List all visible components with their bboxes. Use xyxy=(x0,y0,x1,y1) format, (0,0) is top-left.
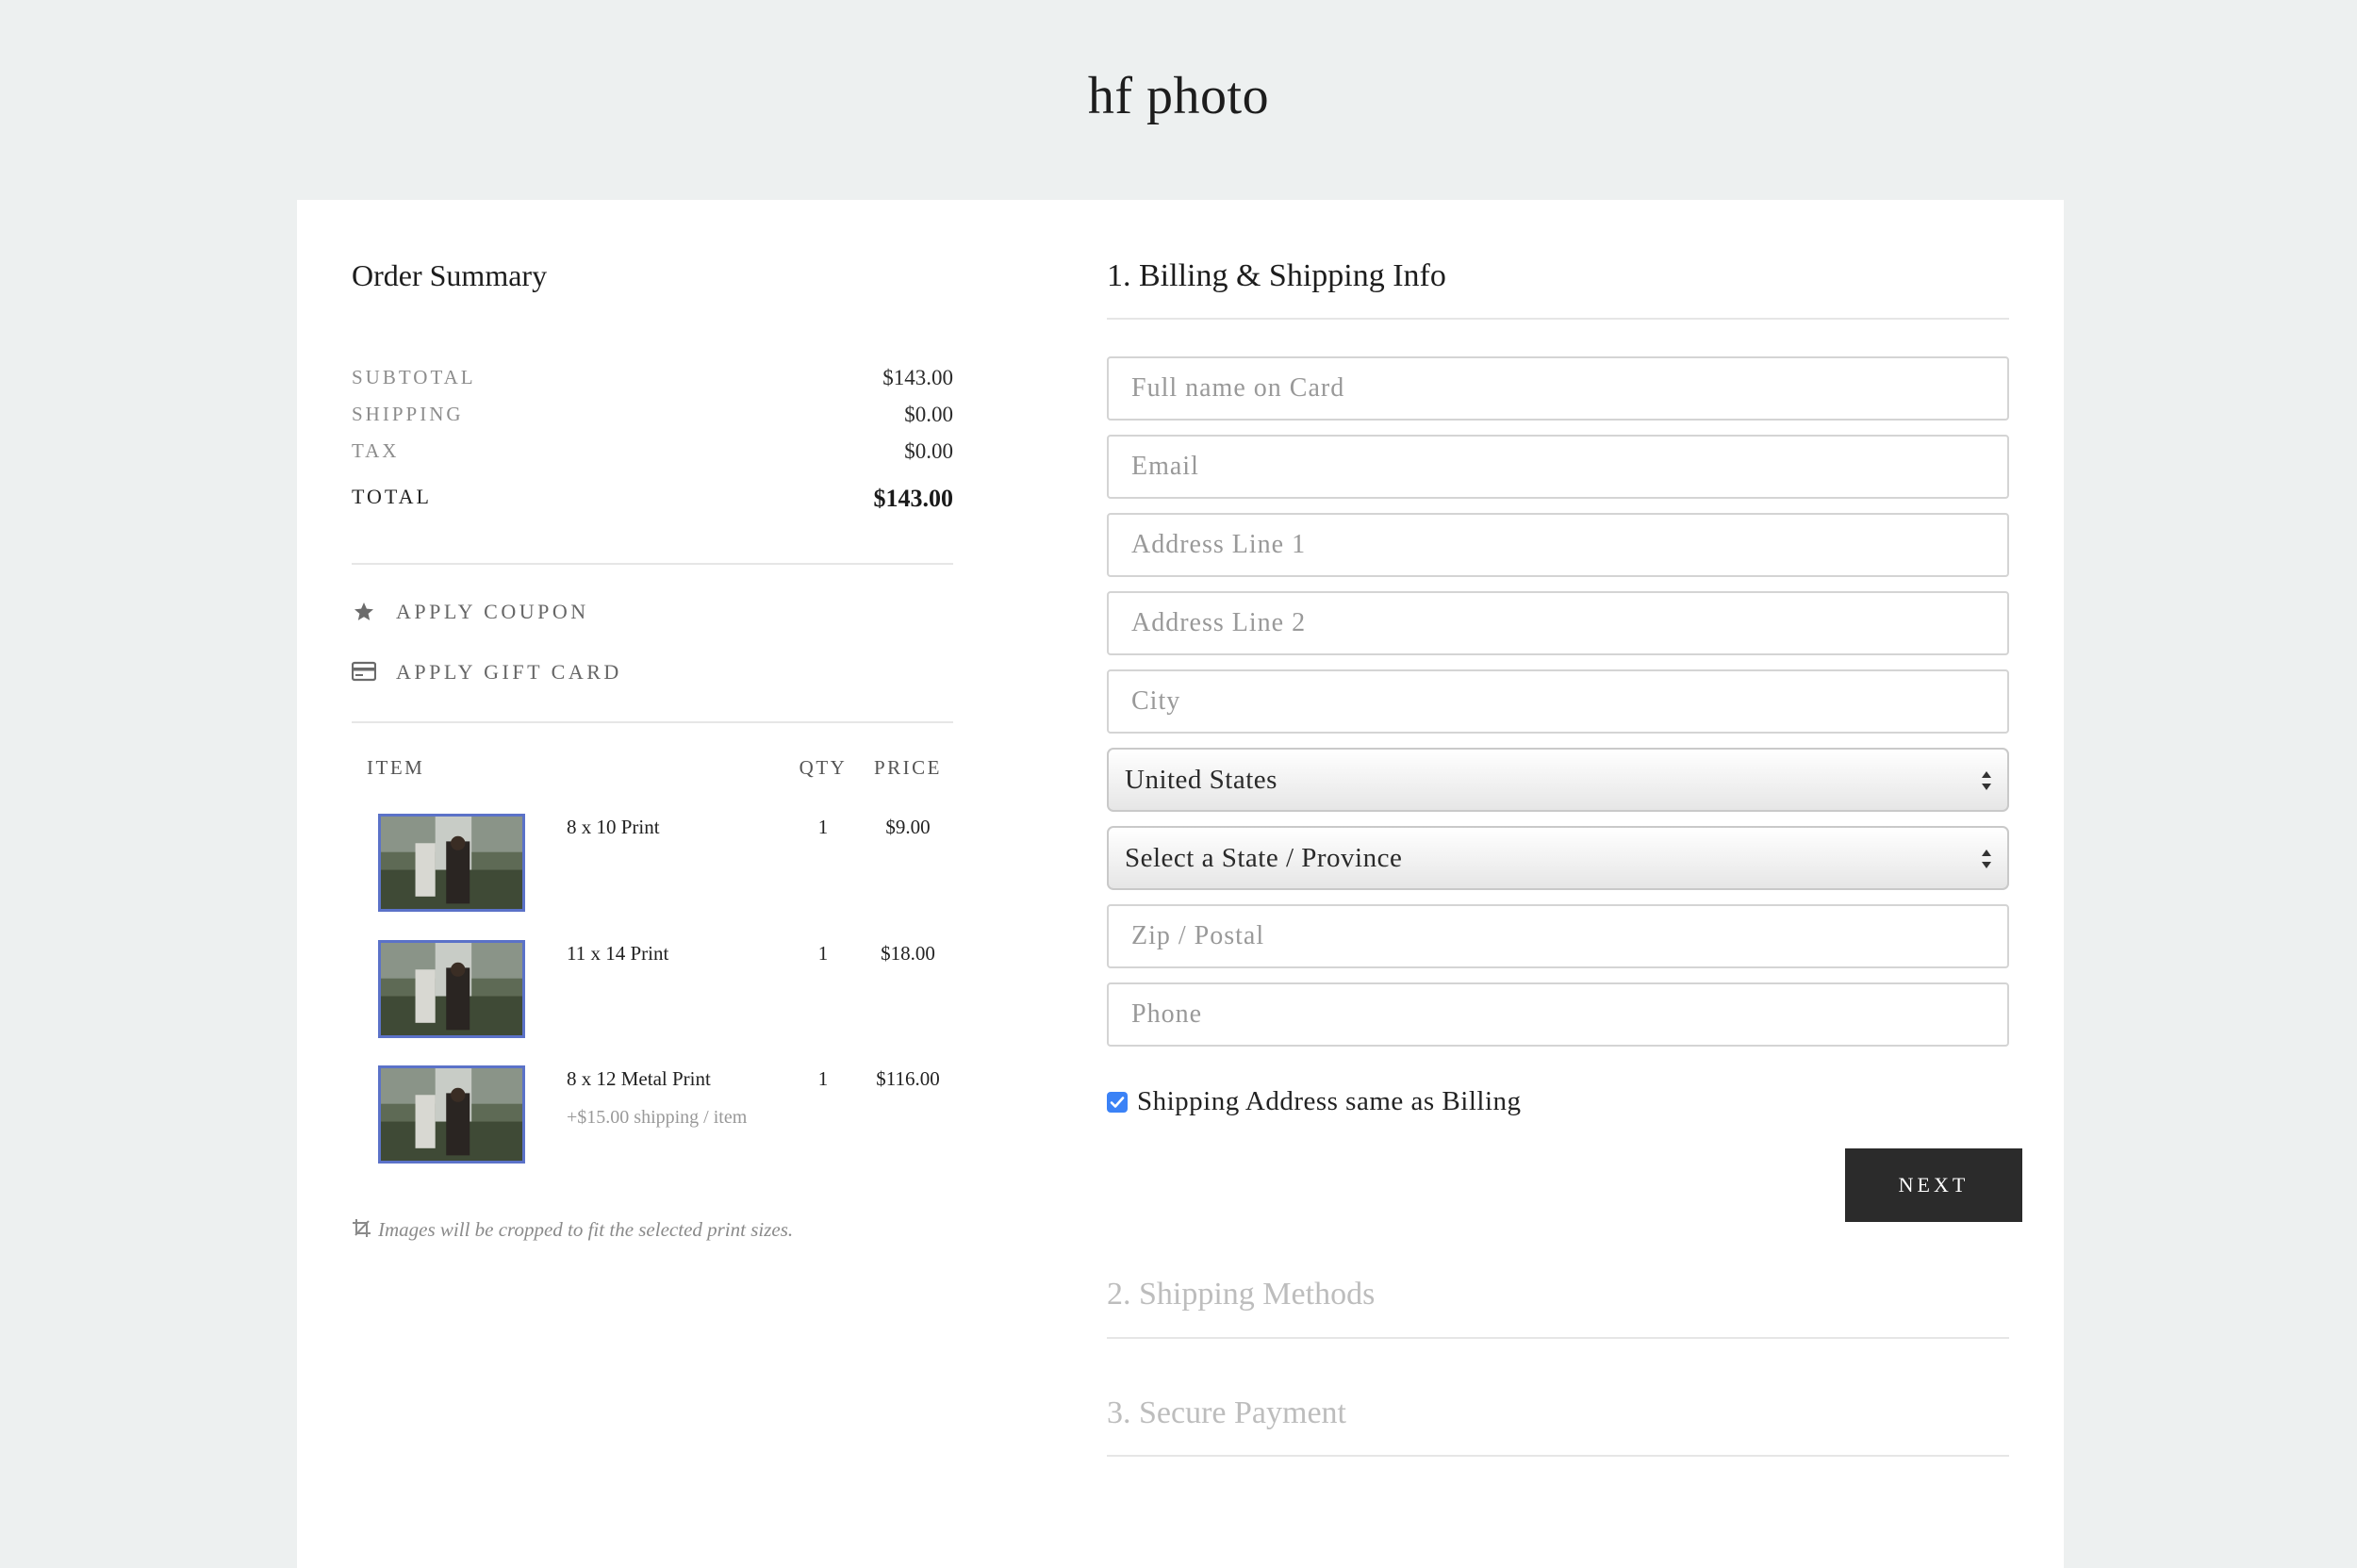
product-thumbnail xyxy=(378,940,525,1038)
divider xyxy=(1107,1455,2009,1457)
qty-column-header: QTY xyxy=(799,756,848,779)
item-shipping-note: +$15.00 shipping / item xyxy=(567,1107,748,1128)
email-field[interactable] xyxy=(1107,435,2009,499)
item-name: 11 x 14 Print xyxy=(567,942,669,965)
divider xyxy=(352,721,953,723)
zip-field[interactable] xyxy=(1107,904,2009,968)
order-summary-title: Order Summary xyxy=(352,258,548,292)
item-qty: 1 xyxy=(817,1067,829,1090)
same-address-option: Shipping Address same as Billing xyxy=(1107,1086,1673,1118)
apply-coupon-label: APPLY COUPON xyxy=(396,600,589,623)
total-label: TOTAL xyxy=(352,485,432,508)
same-address-checkbox[interactable] xyxy=(1107,1092,1128,1113)
tax-value: $0.00 xyxy=(904,439,953,463)
item-qty: 1 xyxy=(817,942,829,965)
summary-tax-row: TAX $0.00 xyxy=(352,439,953,468)
credit-card-icon xyxy=(351,661,377,684)
apply-gift-card-label: APPLY GIFT CARD xyxy=(396,660,622,684)
table-row: 8 x 12 Metal Print +$15.00 shipping / it… xyxy=(352,1065,953,1164)
subtotal-value: $143.00 xyxy=(882,366,953,389)
address-line-2-field[interactable] xyxy=(1107,591,2009,655)
total-value: $143.00 xyxy=(873,485,954,512)
country-select[interactable]: United States xyxy=(1107,748,2009,812)
select-arrows-icon xyxy=(1979,845,1994,873)
state-select[interactable]: Select a State / Province xyxy=(1107,826,2009,890)
shipping-methods-step[interactable]: 2. Shipping Methods xyxy=(1107,1277,1375,1312)
divider xyxy=(352,563,953,565)
checkout-card: Order Summary SUBTOTAL $143.00 SHIPPING … xyxy=(297,200,2064,1568)
product-thumbnail xyxy=(378,814,525,912)
divider xyxy=(1107,1337,2009,1339)
product-thumbnail xyxy=(378,1065,525,1164)
item-price: $116.00 xyxy=(876,1067,940,1090)
item-qty: 1 xyxy=(817,816,829,838)
full-name-field[interactable] xyxy=(1107,356,2009,421)
summary-shipping-row: SHIPPING $0.00 xyxy=(352,403,953,431)
summary-total-row: TOTAL $143.00 xyxy=(352,485,953,513)
item-price: $18.00 xyxy=(881,942,935,965)
crop-icon xyxy=(352,1218,372,1239)
item-name: 8 x 12 Metal Print xyxy=(567,1067,711,1090)
select-arrows-icon xyxy=(1979,767,1994,795)
subtotal-label: SUBTOTAL xyxy=(352,366,476,388)
apply-coupon-button[interactable]: APPLY COUPON xyxy=(352,596,729,628)
crop-note: Images will be cropped to fit the select… xyxy=(352,1218,793,1242)
divider xyxy=(1107,318,2009,320)
apply-gift-card-button[interactable]: APPLY GIFT CARD xyxy=(351,656,729,688)
phone-field[interactable] xyxy=(1107,982,2009,1047)
shipping-value: $0.00 xyxy=(904,403,953,426)
item-price: $9.00 xyxy=(885,816,931,838)
billing-step-title: 1. Billing & Shipping Info xyxy=(1107,258,1446,293)
state-select-value: Select a State / Province xyxy=(1125,843,1403,873)
item-name: 8 x 10 Print xyxy=(567,816,660,838)
secure-payment-step[interactable]: 3. Secure Payment xyxy=(1107,1395,1346,1431)
item-column-header: ITEM xyxy=(367,756,425,779)
next-button[interactable]: NEXT xyxy=(1845,1148,2022,1222)
table-row: 11 x 14 Print 1 $18.00 xyxy=(352,940,953,1038)
price-column-header: PRICE xyxy=(873,756,942,779)
brand-logo: hf photo xyxy=(1087,67,1270,125)
tax-label: TAX xyxy=(352,439,400,462)
country-select-value: United States xyxy=(1125,765,1277,795)
shipping-label: SHIPPING xyxy=(352,403,464,425)
same-address-label[interactable]: Shipping Address same as Billing xyxy=(1137,1086,1522,1117)
address-line-1-field[interactable] xyxy=(1107,513,2009,577)
table-row: 8 x 10 Print 1 $9.00 xyxy=(352,814,953,912)
star-icon xyxy=(352,601,376,623)
crop-note-text: Images will be cropped to fit the select… xyxy=(378,1218,794,1241)
summary-subtotal-row: SUBTOTAL $143.00 xyxy=(352,366,953,394)
city-field[interactable] xyxy=(1107,669,2009,734)
